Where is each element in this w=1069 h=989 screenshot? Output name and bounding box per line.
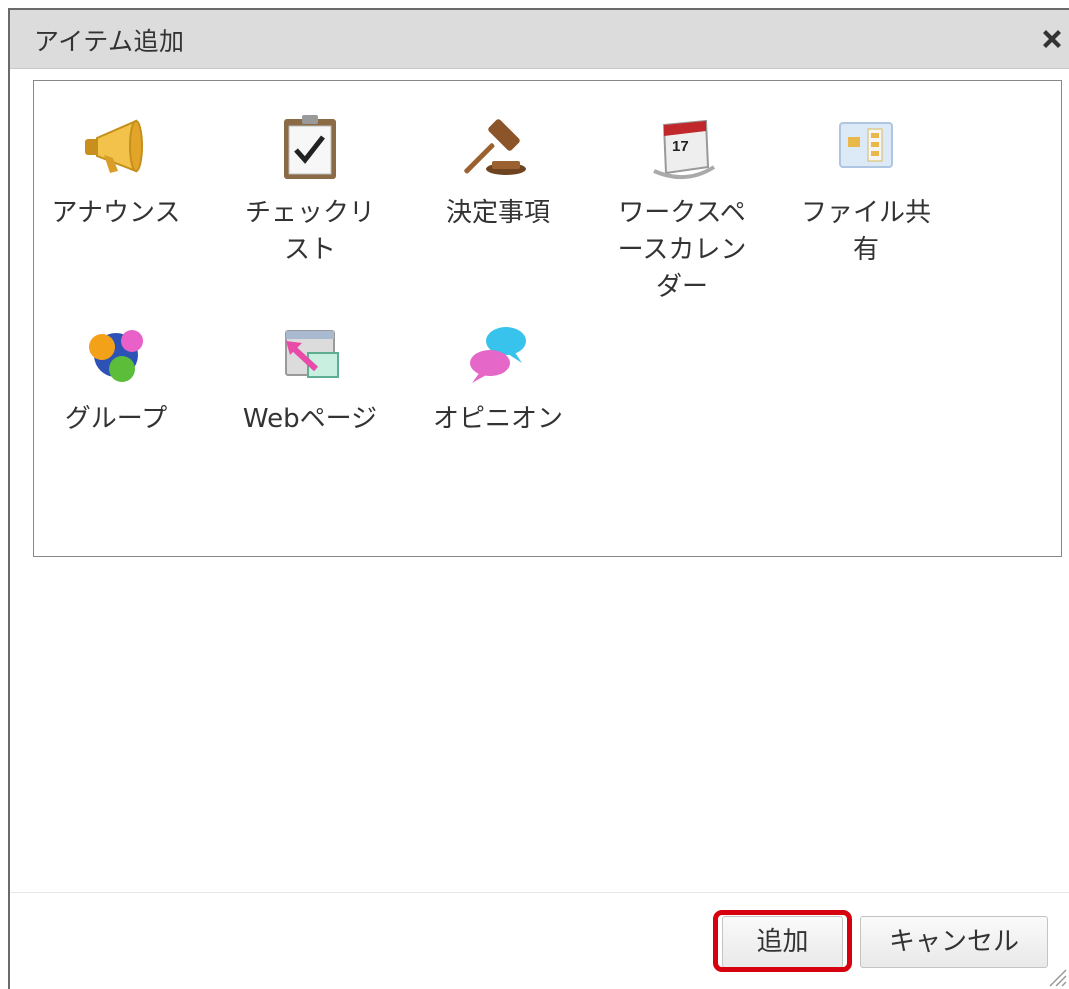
cancel-button[interactable]: キャンセル bbox=[860, 916, 1048, 968]
svg-text:17: 17 bbox=[672, 138, 689, 155]
item-list-panel: アナウンス チェックリスト 決定事項 17 ワークスペースカレンダー ファイル共… bbox=[33, 80, 1062, 557]
item-file-share[interactable]: ファイル共有 bbox=[786, 111, 946, 269]
item-label: チェックリスト bbox=[244, 198, 375, 265]
item-checklist[interactable]: チェックリスト bbox=[230, 111, 390, 269]
item-webpage[interactable]: Webページ bbox=[230, 317, 390, 438]
footer-divider bbox=[10, 892, 1069, 893]
group-icon bbox=[89, 330, 143, 382]
item-announce[interactable]: アナウンス bbox=[36, 111, 196, 232]
file-share-icon bbox=[839, 122, 893, 168]
item-label: グループ bbox=[64, 404, 168, 434]
checklist-icon bbox=[284, 115, 336, 179]
add-button-highlight bbox=[713, 910, 852, 972]
close-icon[interactable] bbox=[1037, 24, 1067, 54]
item-decision[interactable]: 決定事項 bbox=[418, 111, 578, 232]
item-label: ワークスペースカレンダー bbox=[617, 198, 747, 302]
dialog-title: アイテム追加 bbox=[34, 27, 185, 56]
megaphone-icon bbox=[85, 119, 143, 173]
calendar-icon: 17 bbox=[653, 119, 716, 180]
item-label: オピニオン bbox=[432, 404, 563, 434]
item-group[interactable]: グループ bbox=[36, 317, 196, 438]
item-label: Webページ bbox=[242, 404, 378, 434]
resize-grip-icon[interactable] bbox=[1045, 965, 1067, 987]
item-label: 決定事項 bbox=[445, 198, 550, 228]
gavel-icon bbox=[464, 119, 526, 175]
item-label: アナウンス bbox=[51, 198, 181, 228]
webpage-icon bbox=[285, 330, 339, 378]
dialog-titlebar[interactable]: アイテム追加 bbox=[10, 10, 1069, 69]
add-item-dialog: アイテム追加 アナウンス チェックリスト 決定事項 17 ワークスペースカレンダ… bbox=[8, 8, 1069, 989]
item-label: ファイル共有 bbox=[800, 198, 931, 265]
item-workspace-calendar[interactable]: 17 ワークスペースカレンダー bbox=[602, 111, 762, 306]
opinion-icon bbox=[470, 327, 526, 383]
item-opinion[interactable]: オピニオン bbox=[418, 317, 578, 438]
